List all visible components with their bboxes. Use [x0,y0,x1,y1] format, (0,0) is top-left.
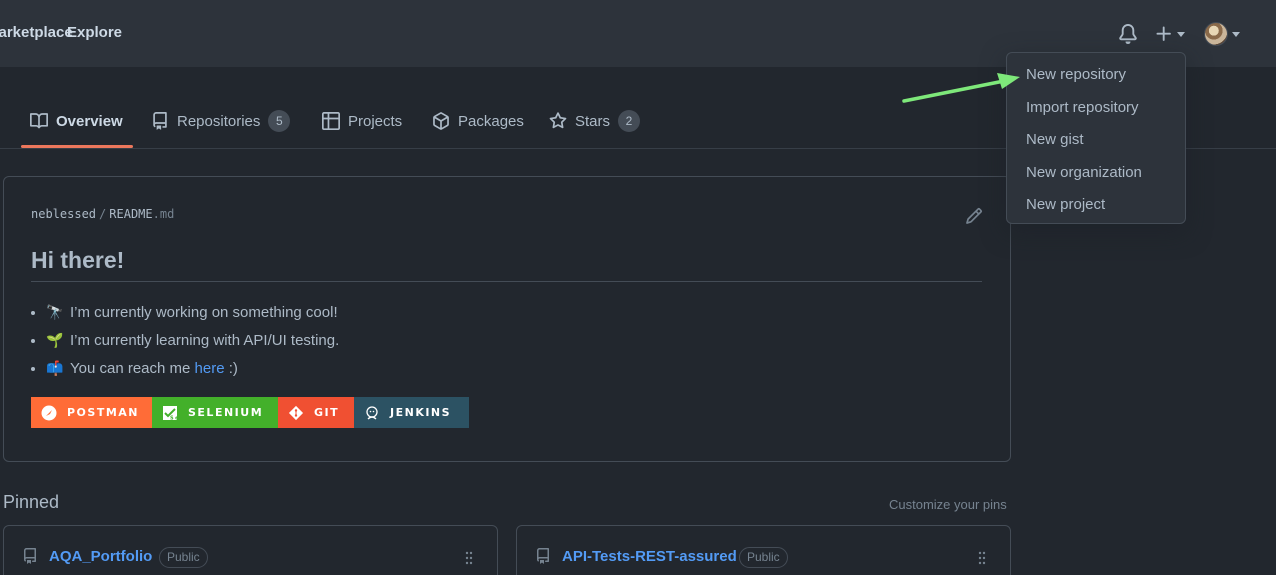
nav-marketplace-link[interactable]: Marketplace [0,24,73,41]
git-icon [288,405,304,420]
repo-icon [153,112,167,130]
chevron-down-icon[interactable] [1177,32,1185,37]
list-item-text: I’m currently working on something cool! [70,304,338,321]
tab-packages[interactable]: Packages [432,109,524,133]
grabber-icon[interactable] [464,551,474,565]
list-item: 📫 You can reach me here :) [46,357,339,385]
tab-repositories[interactable]: Repositories 5 [151,109,291,133]
selenium-icon: Se [163,405,178,421]
customize-pins-link[interactable]: Customize your pins [889,497,1007,512]
tab-projects[interactable]: Projects [322,109,402,133]
badge-label: GIT [314,406,340,419]
list-item-suffix: :) [224,360,238,377]
package-icon [433,112,449,130]
readme-heading: Hi there! [31,247,125,273]
list-item: 🔭 I’m currently working on something cool… [46,301,339,329]
badge-label: JENKINS [390,406,452,419]
contact-link[interactable]: here [195,360,225,377]
badge-label: POSTMAN [67,406,140,419]
plus-icon[interactable] [1154,24,1174,44]
divider [31,281,982,282]
path-separator: / [99,207,107,221]
tab-label: Overview [56,112,123,130]
list-item-text: I’m currently learning with API/UI testi… [70,332,340,349]
menu-item-new-organization[interactable]: New organization [1026,164,1142,181]
mailbox-icon: 📫 [46,360,64,376]
tab-overview[interactable]: Overview [30,109,123,133]
git-badge[interactable]: GIT [278,397,354,428]
svg-text:Se: Se [170,415,178,421]
tab-label: Projects [348,112,403,130]
star-icon [549,112,567,129]
pencil-icon[interactable] [965,207,983,225]
readme-list: 🔭 I’m currently working on something cool… [44,301,339,385]
menu-item-new-project[interactable]: New project [1026,196,1105,213]
repo-icon [23,548,36,564]
pinned-repo-link[interactable]: AQA_Portfolio [49,548,152,565]
pinned-heading: Pinned [3,492,60,512]
list-item-text: You can reach me [70,360,195,377]
tab-label: Packages [458,112,524,130]
visibility-badge: Public [739,547,788,568]
repositories-count-badge: 5 [268,110,291,132]
jenkins-icon [366,405,378,419]
nav-explore-link[interactable]: Explore [67,24,122,41]
repo-icon [537,548,549,564]
readme-card: neblessed/README.md Hi there! 🔭 I’m curre… [3,176,1011,462]
create-new-dropdown: New repository Import repository New gis… [1006,52,1186,224]
pinned-repo-link[interactable]: API-Tests-REST-assured [562,548,737,565]
avatar[interactable] [1204,22,1228,46]
menu-item-import-repository[interactable]: Import repository [1026,99,1139,116]
visibility-badge: Public [159,547,208,568]
jenkins-badge[interactable]: JENKINS [354,397,469,428]
seedling-icon: 🌱 [46,332,64,348]
tab-label: Stars [575,112,611,130]
menu-item-new-repository[interactable]: New repository [1026,66,1126,83]
tab-label: Repositories [177,112,261,130]
chevron-down-icon[interactable] [1232,32,1240,37]
postman-icon [41,405,57,420]
readme-file[interactable]: README [109,207,152,221]
active-tab-underline [21,145,133,148]
readme-owner[interactable]: neblessed [31,207,96,221]
pinned-repo-card: API-Tests-REST-assured Public [516,525,1011,575]
selenium-badge[interactable]: Se SELENIUM [152,397,278,428]
tech-badges: POSTMAN Se SELENIUM GIT JENKINS [31,397,469,428]
list-item: 🌱 I’m currently learning with API/UI test… [46,329,339,357]
tab-stars[interactable]: Stars 2 [549,109,641,133]
book-icon [30,113,48,129]
stars-count-badge: 2 [618,110,641,132]
table-icon [322,112,340,130]
menu-item-new-gist[interactable]: New gist [1026,131,1084,148]
pinned-repo-card: AQA_Portfolio Public [3,525,498,575]
telescope-icon: 🔭 [46,304,64,320]
readme-path: neblessed / README.md [31,207,174,221]
readme-extension: .md [152,207,175,221]
badge-label: SELENIUM [188,406,264,419]
grabber-icon[interactable] [977,551,987,565]
bell-icon[interactable] [1118,24,1138,44]
postman-badge[interactable]: POSTMAN [31,397,152,428]
